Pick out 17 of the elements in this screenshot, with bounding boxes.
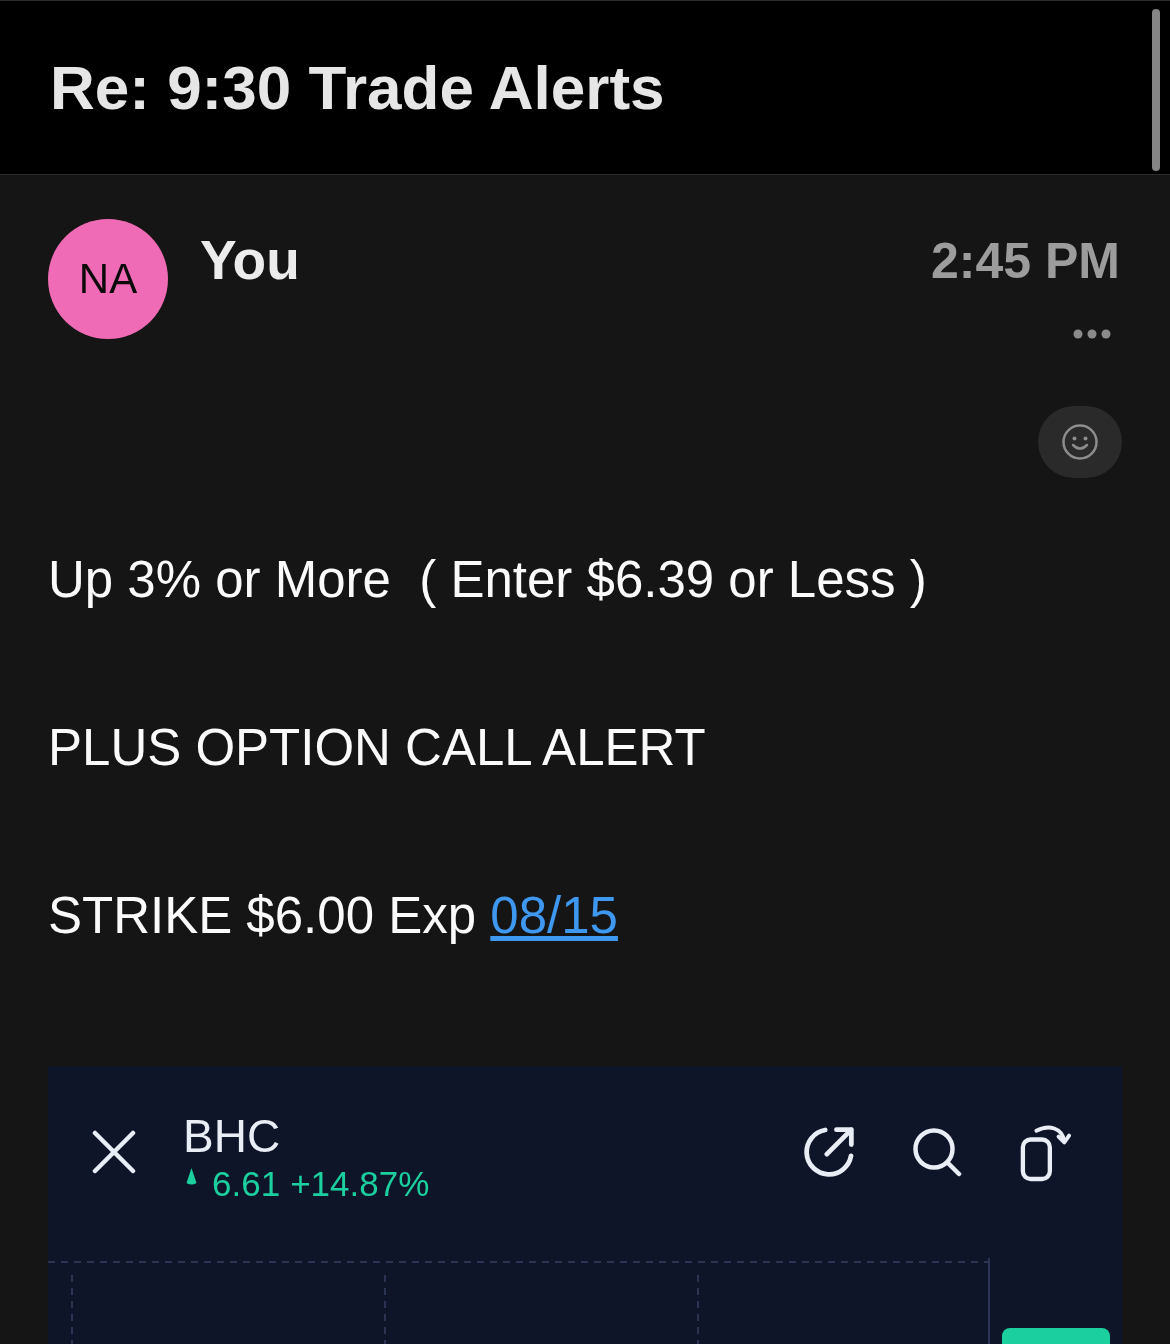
price-change: +14.87% (290, 1163, 430, 1204)
close-icon[interactable] (92, 1130, 136, 1174)
search-icon[interactable] (912, 1127, 962, 1177)
scrollbar-thumb[interactable] (1152, 9, 1160, 171)
stock-symbol: BHC (183, 1112, 281, 1159)
thread-title: Re: 9:30 Trade Alerts (50, 56, 665, 119)
message-time: 2:45 PM (931, 236, 1120, 286)
message-line: STRIKE $6.00 Exp 08/15 (48, 886, 618, 946)
smiley-icon (1062, 424, 1098, 460)
stock-price: 6.61 (212, 1163, 281, 1204)
circle-arrow-icon[interactable] (804, 1127, 854, 1177)
more-options-icon[interactable] (1073, 329, 1111, 339)
avatar: NA (48, 219, 168, 339)
message-line: Up 3% or More ( Enter $6.39 or Less ) (48, 550, 927, 610)
sender-name: You (200, 233, 300, 288)
message-line: PLUS OPTION CALL ALERT (48, 718, 706, 778)
date-link[interactable]: 08/15 (490, 887, 618, 944)
